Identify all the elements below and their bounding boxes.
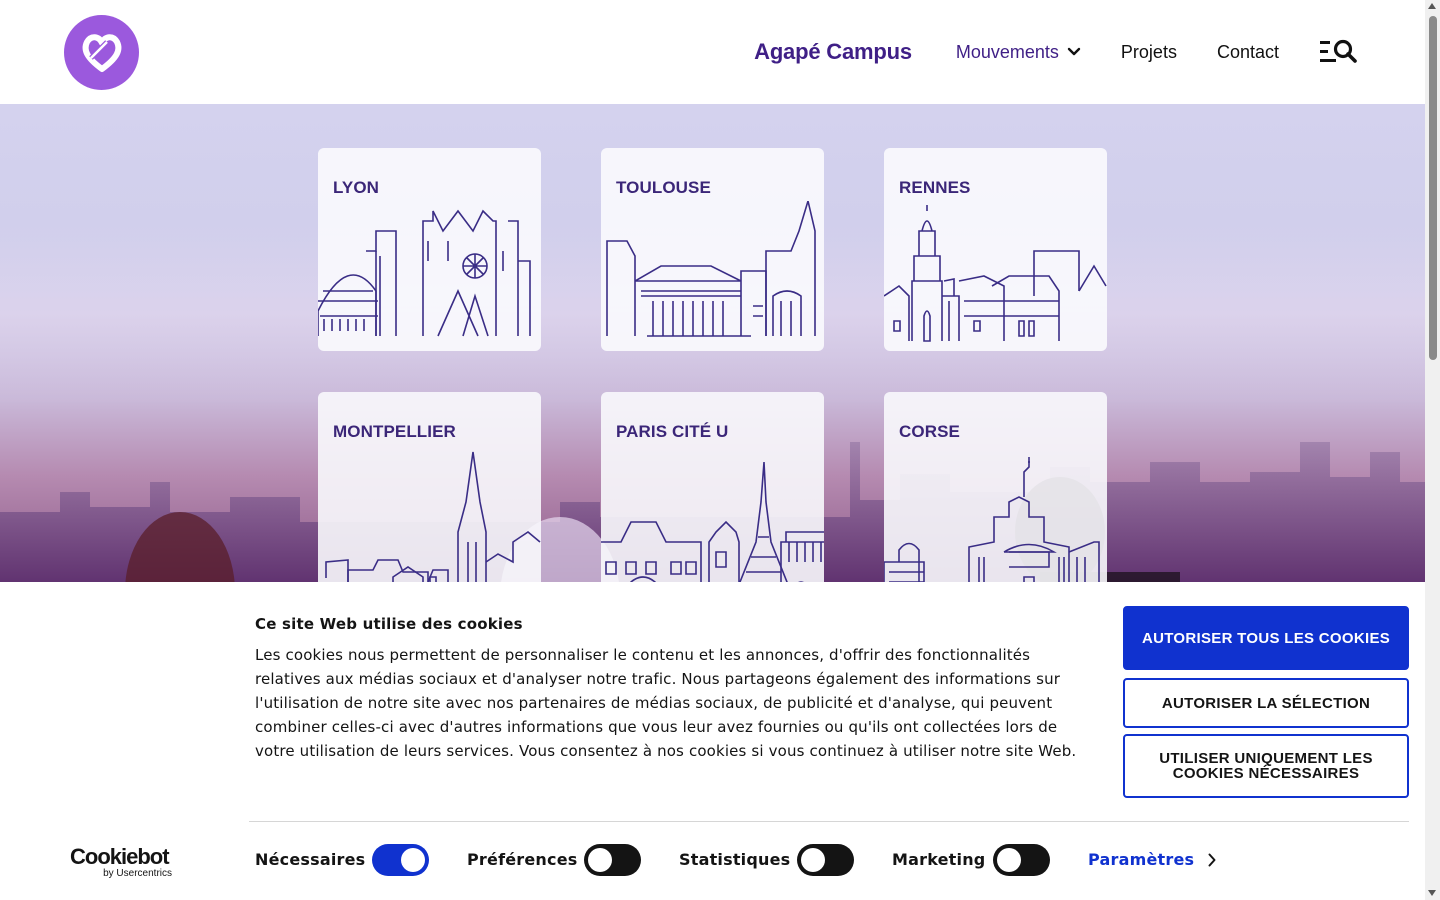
city-card-rennes[interactable]: RENNES xyxy=(884,148,1107,351)
menu-search-icon[interactable] xyxy=(1319,38,1357,66)
city-card-lyon[interactable]: LYON xyxy=(318,148,541,351)
cookiebot-logo[interactable]: Cookiebot by Usercentrics xyxy=(70,844,176,880)
corse-illustration xyxy=(884,457,1100,582)
chevron-down-icon xyxy=(1067,47,1081,57)
city-card-paris-cite-u[interactable]: PARIS CITÉ U xyxy=(601,392,824,582)
nav-item-mouvements[interactable]: Mouvements xyxy=(956,42,1081,63)
chevron-right-icon xyxy=(1208,853,1216,867)
toggle-knob xyxy=(401,848,425,872)
city-card-title: CORSE xyxy=(899,422,960,441)
nav-item-projets[interactable]: Projets xyxy=(1121,42,1177,63)
toulouse-illustration xyxy=(606,201,816,337)
city-card-toulouse[interactable]: TOULOUSE xyxy=(601,148,824,351)
page-scrollbar[interactable] xyxy=(1425,0,1440,900)
city-card-title: MONTPELLIER xyxy=(333,422,456,441)
cookiebot-logo-sub: by Usercentrics xyxy=(103,868,172,879)
city-card-title: LYON xyxy=(333,178,380,197)
cookie-description: Les cookies nous permettent de personnal… xyxy=(255,646,1077,760)
cookiebot-logo-name: Cookiebot xyxy=(70,844,170,869)
scrollbar-thumb[interactable] xyxy=(1429,16,1437,360)
paris-illustration xyxy=(601,461,824,582)
cookie-divider xyxy=(249,821,1409,822)
toggle-necessaires[interactable] xyxy=(372,844,429,876)
heart-logo-icon xyxy=(82,33,121,72)
toggle-label-marketing: Marketing xyxy=(892,850,986,869)
site-header: Agapé Campus Mouvements Projets Contact xyxy=(0,0,1425,104)
settings-label: Paramètres xyxy=(1088,850,1195,869)
scroll-down-arrow-icon[interactable] xyxy=(1428,890,1436,896)
toggle-knob xyxy=(997,848,1021,872)
city-card-montpellier[interactable]: MONTPELLIER xyxy=(318,392,541,582)
nav-brand-link[interactable]: Agapé Campus xyxy=(754,39,912,65)
toggle-label-statistiques: Statistiques xyxy=(679,850,791,869)
allow-all-cookies-button[interactable]: AUTORISER TOUS LES COOKIES xyxy=(1123,606,1409,670)
rennes-illustration xyxy=(884,205,1107,342)
toggle-statistiques[interactable] xyxy=(797,844,854,876)
toggle-label-preferences: Préférences xyxy=(467,850,578,869)
cookie-banner: Ce site Web utilise des cookies Les cook… xyxy=(0,582,1425,900)
toggle-label-necessaires: Nécessaires xyxy=(255,850,366,869)
city-card-title: PARIS CITÉ U xyxy=(616,422,729,441)
cookie-title: Ce site Web utilise des cookies xyxy=(255,615,523,633)
toggle-marketing[interactable] xyxy=(993,844,1050,876)
city-card-corse[interactable]: CORSE xyxy=(884,392,1107,582)
necessary-only-button[interactable]: UTILISER UNIQUEMENT LES COOKIES NÉCESSAI… xyxy=(1123,734,1409,798)
nav-item-label: Mouvements xyxy=(955,41,1059,62)
heart-knot-logo[interactable] xyxy=(64,15,139,90)
toggle-preferences[interactable] xyxy=(584,844,641,876)
scroll-up-arrow-icon[interactable] xyxy=(1428,3,1436,9)
montpellier-illustration xyxy=(325,451,541,582)
nav-item-contact[interactable]: Contact xyxy=(1217,42,1279,63)
city-card-title: TOULOUSE xyxy=(616,178,711,197)
settings-link[interactable]: Paramètres xyxy=(1088,850,1216,869)
allow-selection-button[interactable]: AUTORISER LA SÉLECTION xyxy=(1123,678,1409,728)
lyon-illustration xyxy=(318,209,531,337)
toggle-knob xyxy=(588,848,612,872)
toggle-knob xyxy=(801,848,825,872)
hero-section: LYON TOULOUSE RENNES MONTPELLIER PARIS C… xyxy=(0,104,1425,582)
city-card-title: RENNES xyxy=(899,178,971,197)
main-nav: Agapé Campus Mouvements Projets Contact xyxy=(754,0,1357,104)
